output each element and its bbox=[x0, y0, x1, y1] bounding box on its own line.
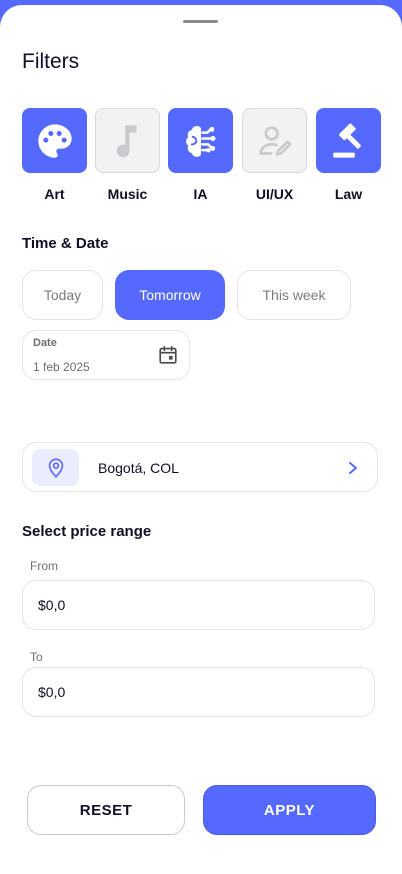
date-value: 1 feb 2025 bbox=[33, 360, 90, 374]
category-label: Art bbox=[44, 186, 65, 202]
time-date-heading: Time & Date bbox=[22, 235, 109, 252]
chevron-right-icon bbox=[349, 462, 357, 474]
gavel-icon bbox=[332, 123, 361, 158]
user-edit-icon bbox=[259, 125, 291, 156]
location-selector[interactable]: Bogotá, COL bbox=[22, 442, 378, 492]
category-music-button[interactable] bbox=[95, 108, 160, 173]
price-from-input[interactable]: $0,0 bbox=[22, 580, 375, 630]
brain-circuit-icon bbox=[185, 125, 215, 157]
filters-sheet: Filters Art Music IA UI/UX Law Time & Da… bbox=[0, 5, 402, 874]
category-label: Music bbox=[107, 186, 148, 202]
price-from-label: From bbox=[30, 559, 58, 573]
price-range-heading: Select price range bbox=[22, 523, 152, 540]
apply-button[interactable]: APPLY bbox=[203, 785, 376, 835]
location-value: Bogotá, COL bbox=[98, 460, 179, 476]
date-label: Date bbox=[33, 337, 57, 349]
category-label: IA bbox=[193, 186, 208, 202]
category-law-button[interactable] bbox=[316, 108, 381, 173]
reset-button[interactable]: RESET bbox=[27, 785, 185, 835]
drag-handle[interactable] bbox=[183, 20, 218, 23]
location-icon-container bbox=[32, 449, 79, 486]
palette-icon bbox=[37, 123, 72, 158]
time-option-tomorrow[interactable]: Tomorrow bbox=[115, 270, 225, 320]
category-label: Law bbox=[334, 186, 363, 202]
date-picker-field[interactable]: Date 1 feb 2025 bbox=[22, 330, 190, 380]
page-title: Filters bbox=[22, 50, 80, 73]
calendar-icon[interactable] bbox=[157, 344, 179, 366]
location-pin-icon bbox=[48, 457, 63, 478]
category-art-button[interactable] bbox=[22, 108, 87, 173]
category-ia-button[interactable] bbox=[168, 108, 233, 173]
category-uiux-button[interactable] bbox=[242, 108, 307, 173]
price-to-input[interactable]: $0,0 bbox=[22, 667, 375, 717]
time-option-this-week[interactable]: This week bbox=[237, 270, 351, 320]
category-label: UI/UX bbox=[255, 186, 294, 202]
price-to-label: To bbox=[30, 650, 43, 664]
time-option-today[interactable]: Today bbox=[22, 270, 103, 320]
music-note-icon bbox=[116, 124, 136, 157]
